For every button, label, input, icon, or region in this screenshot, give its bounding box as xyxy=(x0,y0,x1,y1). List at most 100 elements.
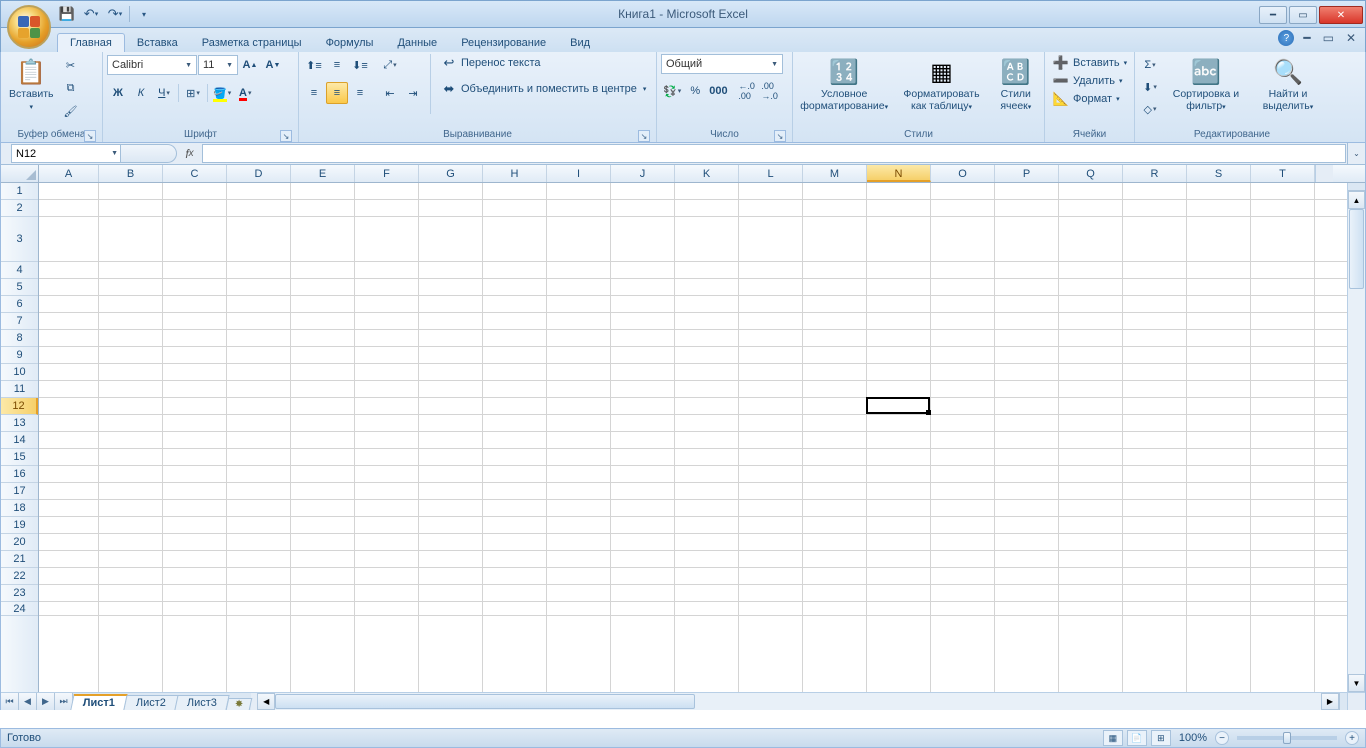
col-header-R[interactable]: R xyxy=(1123,165,1187,182)
autosum-icon[interactable]: Σ▾ xyxy=(1139,54,1161,76)
cut-icon[interactable]: ✂ xyxy=(60,54,82,76)
row-header-3[interactable]: 3 xyxy=(1,217,38,262)
help-icon[interactable]: ? xyxy=(1278,30,1294,46)
inc-decimal-icon[interactable]: ←.0.00 xyxy=(736,80,758,102)
vscroll-thumb[interactable] xyxy=(1349,209,1364,289)
align-right-icon[interactable]: ≡ xyxy=(349,82,371,104)
vertical-scrollbar[interactable]: ▲ ▼ xyxy=(1347,183,1365,692)
format-table-button[interactable]: ▦Форматировать как таблицу▾ xyxy=(893,54,989,114)
qat-customize-icon[interactable]: ▾ xyxy=(134,4,154,24)
row-header-8[interactable]: 8 xyxy=(1,330,38,347)
dec-decimal-icon[interactable]: .00→.0 xyxy=(759,80,781,102)
zoom-thumb[interactable] xyxy=(1283,732,1291,744)
minimize-button[interactable]: ━ xyxy=(1259,6,1287,24)
sort-filter-button[interactable]: 🔤Сортировка и фильтр▾ xyxy=(1163,54,1249,114)
col-header-J[interactable]: J xyxy=(611,165,675,182)
cells-area[interactable] xyxy=(39,183,1347,692)
sheet-tab-2[interactable]: Лист2 xyxy=(124,695,179,710)
horizontal-scrollbar[interactable]: ◀ ▶ xyxy=(257,693,1347,710)
tab-insert[interactable]: Вставка xyxy=(125,34,190,52)
align-top-icon[interactable]: ⬆≡ xyxy=(303,54,325,76)
bold-icon[interactable]: Ж xyxy=(107,82,129,104)
row-header-12[interactable]: 12 xyxy=(1,398,38,415)
clipboard-dialog-icon[interactable]: ↘ xyxy=(84,130,96,142)
name-box[interactable]: N12▼ xyxy=(11,144,121,163)
tab-data[interactable]: Данные xyxy=(385,34,449,52)
row-header-5[interactable]: 5 xyxy=(1,279,38,296)
row-header-15[interactable]: 15 xyxy=(1,449,38,466)
row-header-17[interactable]: 17 xyxy=(1,483,38,500)
format-button[interactable]: 📐Формат▾ xyxy=(1049,90,1124,108)
number-format-combo[interactable]: Общий▼ xyxy=(661,54,783,74)
view-page-layout-icon[interactable]: 📄 xyxy=(1127,730,1147,746)
vsplit-handle[interactable] xyxy=(1348,183,1365,191)
formula-input[interactable] xyxy=(203,144,1346,163)
row-header-21[interactable]: 21 xyxy=(1,551,38,568)
col-header-H[interactable]: H xyxy=(483,165,547,182)
zoom-out-icon[interactable]: − xyxy=(1215,731,1229,745)
col-header-I[interactable]: I xyxy=(547,165,611,182)
font-name-combo[interactable]: Calibri▼ xyxy=(107,55,197,75)
orientation-icon[interactable]: ⤢▾ xyxy=(379,54,401,76)
fx-icon[interactable]: fx xyxy=(177,144,203,163)
save-icon[interactable]: 💾 xyxy=(57,4,77,24)
zoom-value[interactable]: 100% xyxy=(1179,732,1207,744)
clear-icon[interactable]: ◇▾ xyxy=(1139,98,1161,120)
font-dialog-icon[interactable]: ↘ xyxy=(280,130,292,142)
sheet-next-icon[interactable]: ▶ xyxy=(37,693,55,710)
scroll-right-icon[interactable]: ▶ xyxy=(1321,693,1339,710)
row-header-24[interactable]: 24 xyxy=(1,602,38,616)
row-header-18[interactable]: 18 xyxy=(1,500,38,517)
col-header-A[interactable]: A xyxy=(39,165,99,182)
maximize-button[interactable]: ▭ xyxy=(1289,6,1317,24)
border-icon[interactable]: ⊞▾ xyxy=(182,82,204,104)
view-normal-icon[interactable]: ▦ xyxy=(1103,730,1123,746)
accounting-icon[interactable]: 💱▾ xyxy=(661,80,683,102)
tab-home[interactable]: Главная xyxy=(57,33,125,52)
zoom-slider[interactable] xyxy=(1237,736,1337,740)
sheet-tab-1[interactable]: Лист1 xyxy=(70,694,128,710)
row-header-13[interactable]: 13 xyxy=(1,415,38,432)
comma-icon[interactable]: 000 xyxy=(707,80,729,102)
insert-button[interactable]: ➕Вставить▾ xyxy=(1049,54,1131,72)
merge-center-button[interactable]: ⬌Объединить и поместить в центре▾ xyxy=(437,80,650,98)
inc-indent-icon[interactable]: ⇥ xyxy=(402,82,424,104)
align-dialog-icon[interactable]: ↘ xyxy=(638,130,650,142)
dec-indent-icon[interactable]: ⇤ xyxy=(379,82,401,104)
find-select-button[interactable]: 🔍Найти и выделить▾ xyxy=(1251,54,1325,114)
select-all-corner[interactable] xyxy=(1,165,39,182)
conditional-format-button[interactable]: 🔢Условное форматирование▾ xyxy=(797,54,891,114)
col-header-Q[interactable]: Q xyxy=(1059,165,1123,182)
office-button[interactable] xyxy=(7,5,51,49)
name-box-expand[interactable] xyxy=(121,144,177,163)
scroll-left-icon[interactable]: ◀ xyxy=(257,693,275,710)
doc-restore-icon[interactable]: ▭ xyxy=(1320,31,1337,45)
format-painter-icon[interactable]: 🖌 xyxy=(60,100,82,122)
view-page-break-icon[interactable]: ⊞ xyxy=(1151,730,1171,746)
row-header-2[interactable]: 2 xyxy=(1,200,38,217)
tab-layout[interactable]: Разметка страницы xyxy=(190,34,314,52)
col-header-L[interactable]: L xyxy=(739,165,803,182)
align-left-icon[interactable]: ≡ xyxy=(303,82,325,104)
col-header-P[interactable]: P xyxy=(995,165,1059,182)
row-header-14[interactable]: 14 xyxy=(1,432,38,449)
italic-icon[interactable]: К xyxy=(130,82,152,104)
row-header-19[interactable]: 19 xyxy=(1,517,38,534)
tab-review[interactable]: Рецензирование xyxy=(449,34,558,52)
active-cell[interactable] xyxy=(866,397,930,414)
font-color-icon[interactable]: A▾ xyxy=(234,82,256,104)
number-dialog-icon[interactable]: ↘ xyxy=(774,130,786,142)
row-header-20[interactable]: 20 xyxy=(1,534,38,551)
cell-styles-button[interactable]: 🔠Стили ячеек▾ xyxy=(992,54,1040,114)
fill-color-icon[interactable]: 🪣▾ xyxy=(211,82,233,104)
fill-icon[interactable]: ⬇▾ xyxy=(1139,76,1161,98)
undo-icon[interactable]: ↶▾ xyxy=(81,4,101,24)
col-header-E[interactable]: E xyxy=(291,165,355,182)
percent-icon[interactable]: % xyxy=(684,80,706,102)
close-button[interactable]: ✕ xyxy=(1319,6,1363,24)
scroll-down-icon[interactable]: ▼ xyxy=(1348,674,1365,692)
col-header-F[interactable]: F xyxy=(355,165,419,182)
align-bottom-icon[interactable]: ⬇≡ xyxy=(349,54,371,76)
sheet-prev-icon[interactable]: ◀ xyxy=(19,693,37,710)
row-header-11[interactable]: 11 xyxy=(1,381,38,398)
